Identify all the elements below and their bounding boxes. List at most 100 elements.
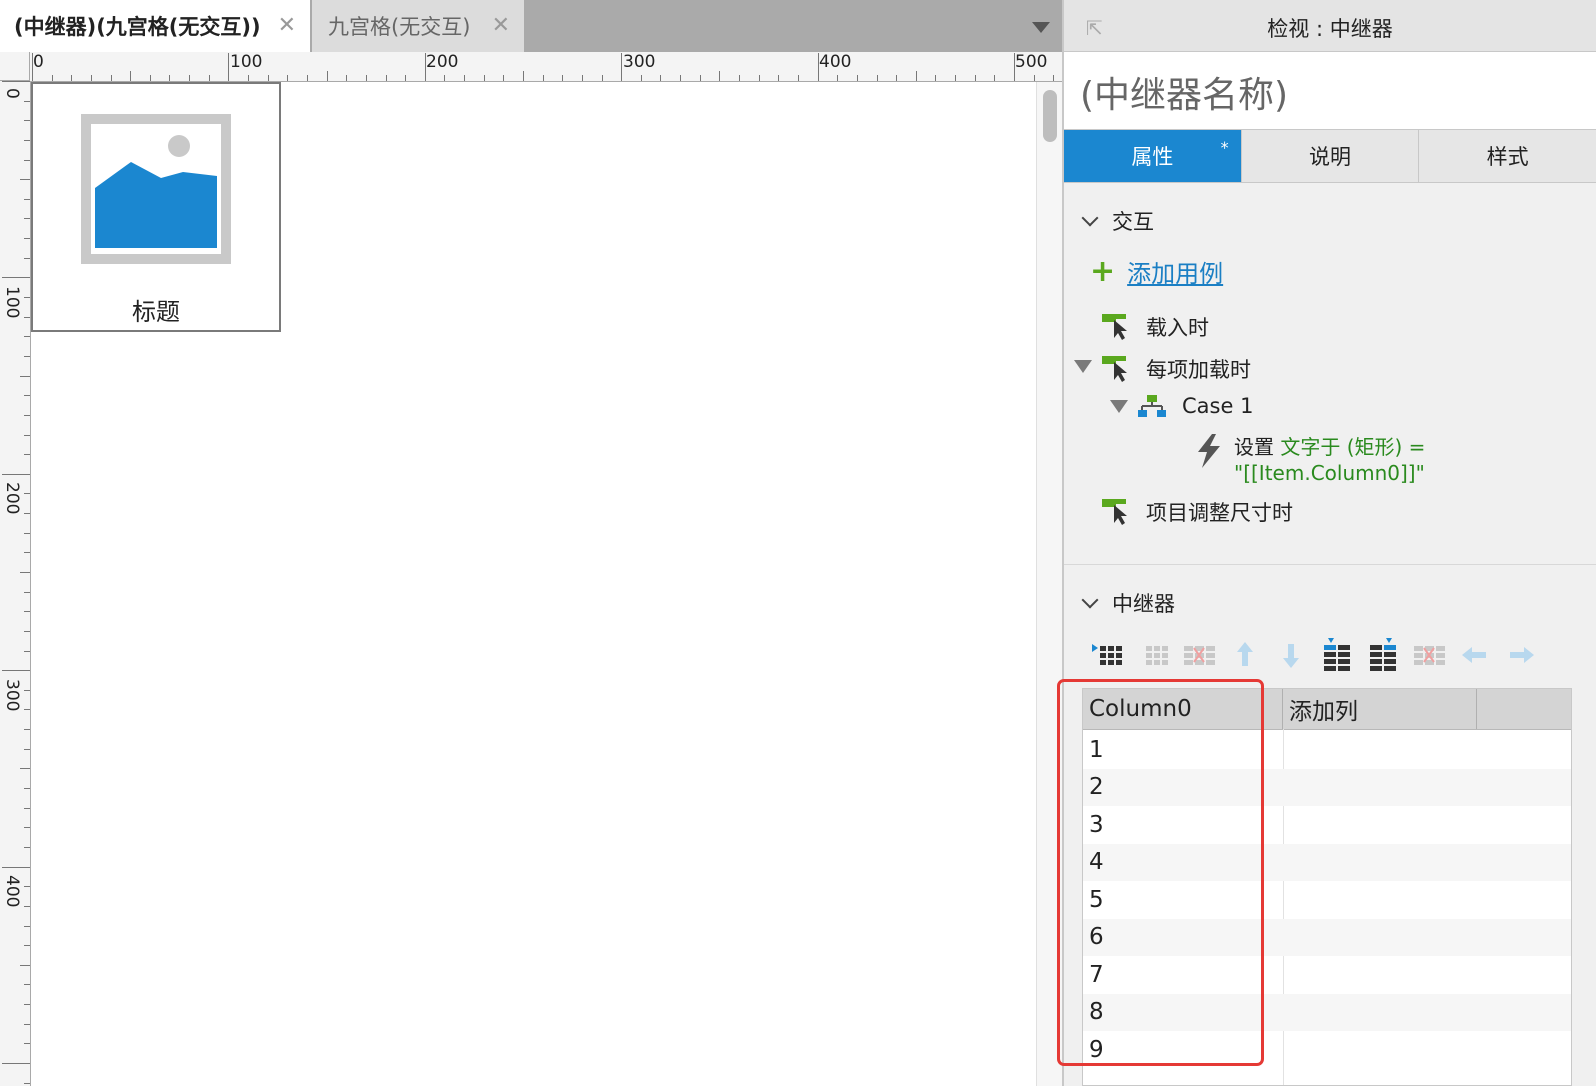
table-row[interactable]: 6 — [1083, 918, 1571, 956]
ruler-tick — [2, 473, 30, 475]
event-on-item-resize[interactable]: 项目调整尺寸时 — [1102, 497, 1293, 527]
tab-style[interactable]: 样式 — [1419, 130, 1596, 182]
ruler-tick — [797, 75, 799, 81]
horizontal-ruler: 0 100 200 300 400 500 — [30, 52, 1062, 82]
ruler-tick — [32, 53, 33, 81]
ruler-tick — [24, 689, 30, 691]
close-icon[interactable]: ✕ — [278, 13, 296, 38]
ruler-label: 400 — [2, 875, 22, 908]
add-case-link[interactable]: + 添加用例 — [1090, 254, 1223, 289]
tab-grid-no-interaction[interactable]: 九宫格(无交互) ✕ — [312, 0, 524, 52]
interaction-section-header[interactable]: 交互 — [1081, 206, 1154, 236]
ruler-tick — [719, 71, 721, 81]
ruler-tick — [994, 75, 996, 81]
action-set-text[interactable]: 设置 文字于 (矩形) = "[[Item.Column0]]" — [1194, 434, 1425, 486]
widget-name-field[interactable]: (中继器名称) — [1064, 52, 1596, 130]
ruler-tick — [1033, 75, 1035, 81]
expand-triangle-icon[interactable] — [1110, 400, 1128, 413]
ruler-tick — [20, 572, 30, 573]
table-row[interactable]: 5 — [1083, 881, 1571, 919]
table-row[interactable]: 7 — [1083, 956, 1571, 994]
ruler-tick — [24, 532, 30, 534]
ruler-label: 100 — [230, 52, 263, 72]
table-row[interactable]: 8 — [1083, 993, 1571, 1031]
ruler-tick — [24, 1082, 30, 1084]
insert-col-before-icon[interactable] — [1320, 638, 1354, 672]
ruler-tick — [326, 71, 328, 81]
move-right-icon[interactable] — [1504, 638, 1538, 672]
inspector-title: 检视 : 中继器 — [1267, 17, 1393, 41]
table-row[interactable]: 4 — [1083, 843, 1571, 881]
case-1[interactable]: Case 1 — [1138, 393, 1253, 419]
delete-col-disabled-icon[interactable] — [1412, 638, 1446, 672]
ruler-tick — [248, 75, 250, 81]
ruler-tick — [24, 827, 30, 829]
ruler-tick — [24, 434, 30, 436]
ruler-tick — [915, 71, 917, 81]
close-icon[interactable]: ✕ — [492, 13, 510, 38]
table-row[interactable]: 9 — [1083, 1031, 1571, 1069]
insert-row-disabled-icon[interactable] — [1136, 638, 1170, 672]
expand-triangle-icon[interactable] — [1074, 360, 1092, 373]
image-placeholder-icon[interactable] — [81, 114, 231, 264]
widget-name-placeholder: (中继器名称) — [1080, 75, 1289, 116]
ruler-tick — [2, 81, 30, 82]
ruler-label: 500 — [1015, 52, 1048, 72]
ruler-tick — [24, 611, 30, 613]
ruler-label: 400 — [819, 52, 852, 72]
ruler-tick — [149, 75, 151, 81]
event-on-load[interactable]: 载入时 — [1102, 312, 1209, 342]
ruler-tick — [24, 846, 30, 848]
ruler-tick — [24, 414, 30, 416]
insert-col-after-icon[interactable] — [1366, 638, 1400, 672]
tab-properties[interactable]: 属性 * — [1064, 130, 1242, 182]
tab-repeater-grid[interactable]: (中继器)(九宫格(无交互)) ✕ — [0, 0, 310, 52]
ruler-tick — [306, 75, 308, 81]
event-on-item-load[interactable]: 每项加载时 — [1102, 354, 1251, 384]
delete-row-disabled-icon[interactable] — [1182, 638, 1216, 672]
ruler-tick — [817, 53, 819, 81]
ruler-tick — [110, 75, 112, 81]
tab-notes[interactable]: 说明 — [1242, 130, 1420, 182]
ruler-tick — [1053, 75, 1055, 81]
repeater-section-header[interactable]: 中继器 — [1081, 588, 1175, 618]
ruler-tick — [228, 53, 230, 81]
ruler-tick — [169, 75, 171, 81]
ruler-tick — [739, 75, 741, 81]
ruler-tick — [24, 1004, 30, 1006]
ruler-tick — [483, 75, 485, 81]
event-cursor-icon — [1102, 356, 1130, 382]
ruler-tick — [660, 75, 662, 81]
insert-row-icon[interactable] — [1090, 638, 1124, 672]
ruler-tick — [24, 159, 30, 161]
ruler-tick — [621, 53, 623, 81]
repeater-data-grid[interactable]: Column0 添加列 1 2 3 4 5 6 7 8 9 — [1082, 688, 1572, 1086]
empty-column-header — [1477, 689, 1571, 729]
move-down-icon[interactable] — [1274, 638, 1308, 672]
design-canvas[interactable]: 标题 — [31, 82, 1041, 1086]
ruler-tick — [20, 964, 30, 966]
move-up-icon[interactable] — [1228, 638, 1262, 672]
ruler-tick — [24, 454, 30, 456]
ruler-tick — [24, 788, 30, 790]
table-row[interactable]: 1 — [1083, 731, 1571, 769]
ruler-tick — [778, 75, 780, 81]
column-header-column0[interactable]: Column0 — [1083, 689, 1283, 729]
ruler-tick — [24, 984, 30, 986]
ruler-tick — [1014, 53, 1015, 81]
ruler-tick — [20, 375, 30, 377]
canvas-scrollbar[interactable] — [1036, 82, 1063, 1086]
repeater-item-widget[interactable]: 标题 — [31, 82, 281, 332]
ruler-tick — [974, 75, 976, 81]
repeater-toolbar — [1090, 638, 1560, 672]
move-left-icon[interactable] — [1458, 638, 1492, 672]
case-tree-icon — [1138, 393, 1166, 419]
scrollbar-thumb[interactable] — [1043, 90, 1057, 142]
table-row[interactable]: 3 — [1083, 806, 1571, 844]
inspector-header: ⇱ 检视 : 中继器 — [1064, 0, 1596, 52]
ruler-tick — [90, 75, 92, 81]
add-column-header[interactable]: 添加列 — [1283, 689, 1477, 729]
tab-overflow-chevron-down-icon[interactable] — [1032, 22, 1050, 33]
table-row[interactable]: 2 — [1083, 768, 1571, 806]
ruler-tick — [503, 75, 505, 81]
